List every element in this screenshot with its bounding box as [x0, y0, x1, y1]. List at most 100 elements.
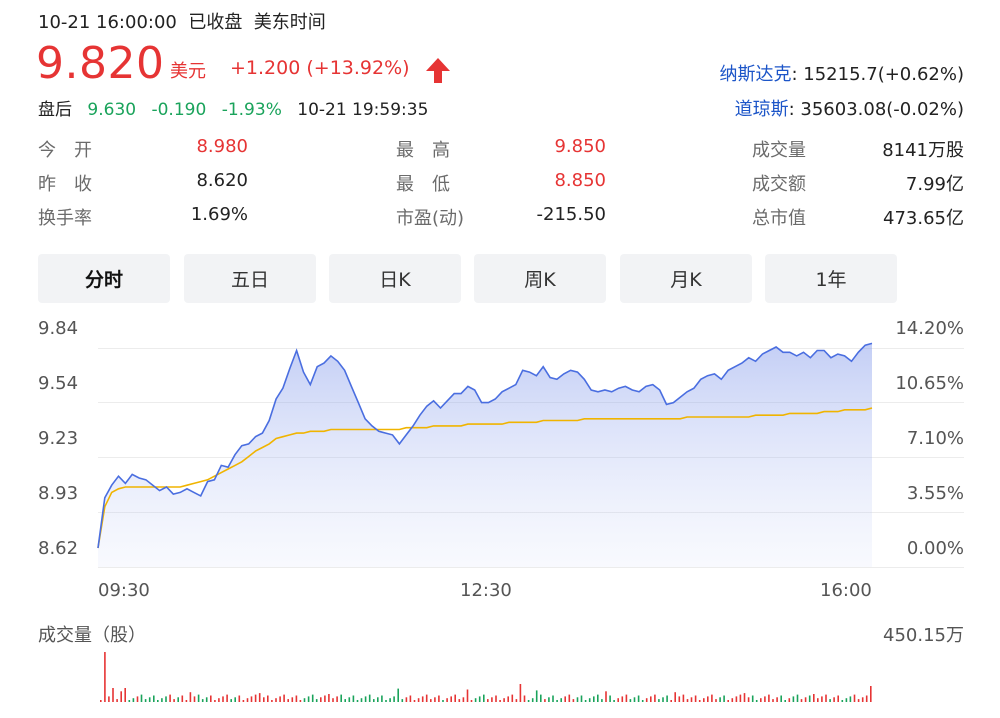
volume-bar: [230, 699, 232, 702]
volume-bar: [703, 698, 705, 702]
volume-bar: [438, 695, 440, 702]
volume-bar: [674, 692, 676, 702]
volume-bar: [662, 697, 664, 702]
volume-bar: [629, 699, 632, 702]
volume-bar: [609, 695, 611, 702]
volume-bar: [136, 696, 139, 702]
volume-bar: [218, 698, 220, 702]
volume-bar: [356, 700, 359, 702]
volume-bar: [442, 700, 444, 702]
volume-bar: [637, 695, 640, 702]
volume-bar: [336, 696, 338, 702]
volume-bar: [332, 698, 334, 702]
volume-bar: [572, 699, 575, 702]
volume-bar: [511, 694, 514, 702]
volume-bar: [491, 697, 493, 702]
volume-bar: [132, 698, 135, 702]
volume-bar: [833, 697, 835, 702]
volume-bar: [576, 697, 579, 702]
volume-bar: [169, 694, 171, 702]
volume-bar: [503, 698, 505, 702]
volume-bar: [800, 699, 803, 702]
volume-bar: [495, 695, 497, 702]
volume-bar: [303, 698, 306, 702]
volume-bar: [560, 698, 562, 702]
volume-bar: [165, 696, 167, 702]
volume-bar: [690, 697, 693, 702]
volume-bar: [153, 695, 155, 702]
volume-bar: [385, 700, 387, 702]
volume-bar: [173, 699, 175, 702]
volume-bar: [861, 697, 864, 702]
volume-bar: [434, 697, 436, 702]
volume-bar: [650, 696, 652, 702]
volume-bar: [841, 700, 844, 702]
volume-bar: [723, 695, 725, 702]
volume-bar: [707, 696, 709, 702]
volume-bar: [242, 700, 245, 702]
volume-bar: [474, 698, 477, 702]
volume-bar: [796, 694, 799, 702]
volume-bar: [409, 695, 412, 702]
volume-bar: [267, 695, 269, 702]
volume-bar: [177, 697, 179, 702]
volume-bar: [210, 695, 212, 702]
volume-bar: [364, 696, 367, 702]
volume-bar: [788, 698, 791, 702]
volume-bar: [617, 698, 619, 702]
volume-bar: [238, 695, 241, 702]
volume-bar: [666, 695, 668, 702]
volume-bar: [540, 694, 542, 702]
volume-bar: [780, 695, 782, 702]
intraday-chart[interactable]: [0, 0, 1000, 718]
volume-bar: [470, 700, 473, 702]
volume-bar: [739, 694, 742, 702]
volume-bar: [715, 699, 717, 702]
volume-bar: [344, 699, 346, 702]
volume-bar: [315, 699, 318, 702]
volume-bar: [857, 699, 860, 702]
volume-bar: [645, 698, 648, 702]
volume-bar: [381, 695, 383, 702]
price-area-fill: [98, 343, 872, 567]
volume-bar: [421, 696, 424, 702]
volume-bar: [605, 691, 607, 702]
volume-bar: [128, 700, 131, 702]
volume-bar: [283, 694, 285, 702]
volume-bar: [100, 700, 102, 702]
volume-bar: [755, 700, 758, 702]
volume-bar: [104, 652, 106, 702]
volume-bar: [393, 696, 395, 702]
volume-bar: [254, 694, 257, 702]
volume-bar: [197, 694, 200, 702]
volume-bar: [462, 697, 465, 702]
volume-bar: [804, 697, 807, 702]
volume-bar: [250, 696, 253, 702]
volume-bar: [368, 694, 371, 702]
volume-bar: [397, 688, 399, 702]
volume-bar: [222, 696, 224, 702]
volume-bar: [760, 698, 762, 702]
volume-bar: [446, 698, 448, 702]
volume-bar: [865, 695, 868, 702]
volume-bar: [234, 697, 236, 702]
volume-bar: [853, 694, 856, 702]
volume-bar: [185, 700, 188, 702]
volume-bar: [719, 697, 721, 702]
volume-bar: [747, 697, 750, 702]
volume-bar: [328, 694, 330, 702]
volume-bar: [535, 690, 538, 702]
volume-bar: [694, 695, 697, 702]
volume-bar: [401, 699, 404, 702]
volume-bar: [527, 700, 530, 702]
volume-bar: [698, 700, 701, 702]
volume-bar: [821, 696, 823, 702]
volume-bar: [271, 700, 273, 702]
volume-bar: [678, 696, 681, 702]
volume-bar: [735, 696, 738, 702]
volume-bar: [299, 700, 302, 702]
volume-bar: [751, 695, 754, 702]
volume-bar: [686, 699, 689, 702]
volume-bar: [670, 700, 672, 702]
volume-bar: [214, 700, 216, 702]
